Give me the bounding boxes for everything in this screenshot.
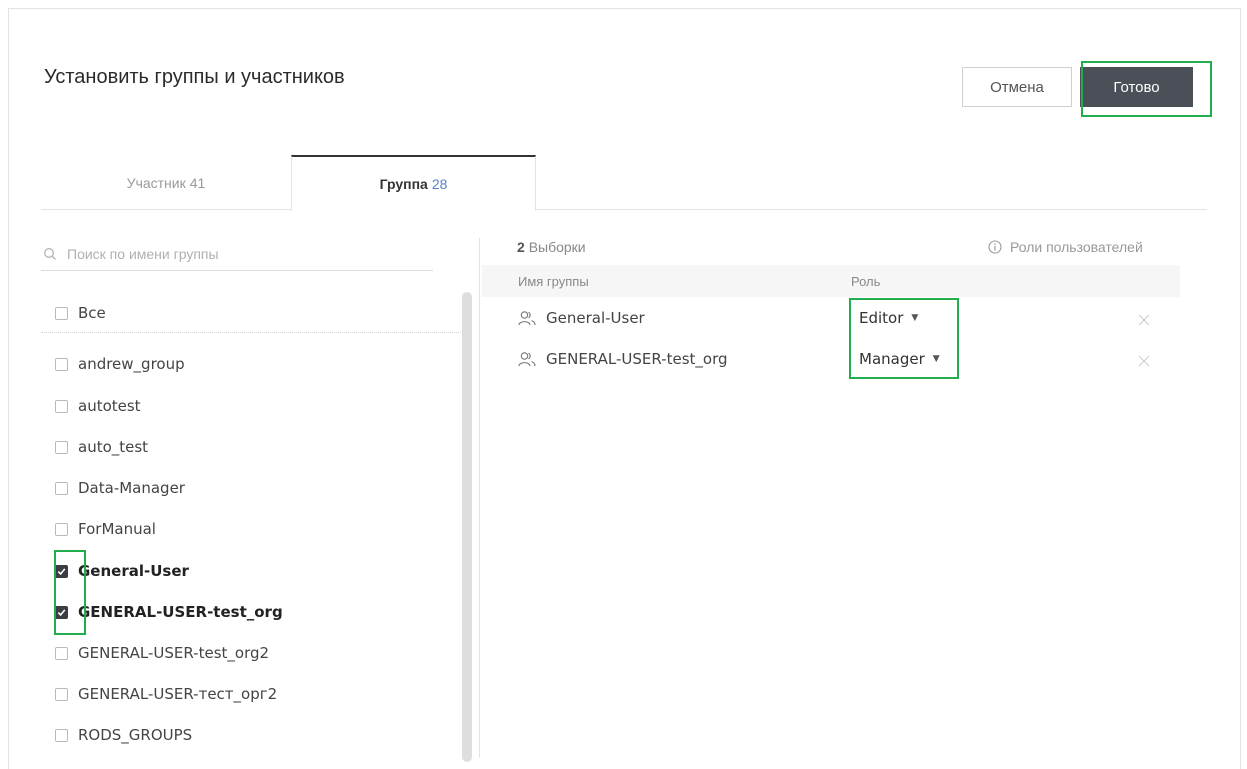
table-row: General-User bbox=[518, 303, 645, 333]
list-item-label: ForManual bbox=[78, 520, 156, 538]
list-item[interactable]: General-User bbox=[41, 551, 189, 591]
list-item-label: General-User bbox=[78, 562, 189, 580]
column-header-role: Роль bbox=[851, 274, 881, 289]
tab-groups-count: 28 bbox=[431, 176, 448, 192]
close-icon[interactable] bbox=[1138, 314, 1150, 326]
tab-groups-label: Группа bbox=[379, 176, 428, 192]
list-item-checkbox[interactable] bbox=[55, 646, 68, 660]
list-item-checkbox[interactable] bbox=[55, 481, 68, 495]
group-icon bbox=[518, 352, 536, 367]
group-icon bbox=[518, 311, 536, 326]
list-item[interactable]: ForManual bbox=[41, 509, 156, 549]
table-row: GENERAL-USER-test_org bbox=[518, 344, 728, 374]
search-box bbox=[41, 238, 433, 271]
search-input[interactable] bbox=[65, 245, 409, 263]
search-icon bbox=[44, 248, 56, 260]
role-dropdown[interactable]: Editor ▼ bbox=[859, 309, 918, 327]
list-item-label: RODS_GROUPS bbox=[78, 726, 193, 744]
cancel-button[interactable]: Отмена bbox=[962, 67, 1072, 107]
caret-down-icon: ▼ bbox=[932, 354, 940, 364]
selection-count-number: 2 bbox=[517, 239, 525, 255]
panel-divider bbox=[479, 238, 480, 758]
list-item-checkbox[interactable] bbox=[55, 522, 68, 536]
list-item-checkbox[interactable] bbox=[55, 357, 68, 371]
list-item-checkbox[interactable] bbox=[55, 399, 68, 413]
user-roles-link[interactable]: Роли пользователей bbox=[988, 239, 1143, 255]
done-button[interactable]: Готово bbox=[1080, 67, 1193, 107]
info-icon bbox=[988, 240, 1002, 254]
tab-groups[interactable]: Группа 28 bbox=[291, 155, 536, 211]
list-scrollbar[interactable] bbox=[462, 292, 472, 762]
list-item[interactable]: andrew_group bbox=[41, 344, 185, 384]
list-item-label: Data-Manager bbox=[78, 479, 185, 497]
list-item-label: andrew_group bbox=[78, 355, 185, 373]
list-item-label: GENERAL-USER-test_org bbox=[78, 603, 283, 621]
list-item-label: GENERAL-USER-test_org2 bbox=[78, 644, 270, 662]
close-icon[interactable] bbox=[1138, 355, 1150, 367]
list-item[interactable]: auto_test bbox=[41, 427, 148, 467]
checkmark-icon bbox=[57, 567, 66, 575]
select-all-checkbox[interactable] bbox=[55, 306, 68, 320]
tab-members-count: 41 bbox=[189, 174, 206, 191]
list-item-label: GENERAL-USER-тест_орг2 bbox=[78, 685, 278, 703]
selection-count: 2 Выборки bbox=[517, 239, 586, 255]
tab-members-label: Участник bbox=[126, 174, 186, 191]
caret-down-icon: ▼ bbox=[911, 313, 919, 323]
list-item[interactable]: RODS_GROUPS bbox=[41, 715, 192, 755]
user-roles-label: Роли пользователей bbox=[1010, 239, 1143, 255]
selection-count-label: Выборки bbox=[528, 239, 586, 255]
list-item-label: auto_test bbox=[78, 438, 149, 456]
role-value: Manager bbox=[859, 350, 925, 368]
tab-members[interactable]: Участник 41 bbox=[41, 155, 291, 210]
list-item[interactable]: GENERAL-USER-тест_орг2 bbox=[41, 674, 277, 714]
list-item-checkbox[interactable] bbox=[55, 440, 68, 454]
list-item[interactable]: Data-Manager bbox=[41, 468, 185, 508]
select-all-label: Все bbox=[78, 304, 106, 322]
list-item[interactable]: GENERAL-USER-test_org bbox=[41, 592, 283, 632]
list-item[interactable]: autotest bbox=[41, 386, 141, 426]
list-item[interactable]: GENERAL-USER-test_org2 bbox=[41, 633, 269, 673]
list-item-label: autotest bbox=[78, 397, 141, 415]
list-item-checkbox[interactable] bbox=[55, 728, 68, 742]
role-dropdown[interactable]: Manager ▼ bbox=[859, 350, 940, 368]
dialog-title: Установить группы и участников bbox=[44, 66, 345, 88]
list-item-checkbox[interactable] bbox=[55, 564, 68, 578]
list-item-checkbox[interactable] bbox=[55, 605, 68, 619]
role-value: Editor bbox=[859, 309, 904, 327]
table-row-name: GENERAL-USER-test_org bbox=[546, 350, 728, 368]
checkmark-icon bbox=[57, 608, 66, 616]
list-item-checkbox[interactable] bbox=[55, 687, 68, 701]
select-all-divider bbox=[41, 332, 461, 333]
select-all-item[interactable]: Все bbox=[41, 293, 106, 333]
table-row-name: General-User bbox=[546, 309, 645, 327]
column-header-name: Имя группы bbox=[518, 274, 589, 289]
